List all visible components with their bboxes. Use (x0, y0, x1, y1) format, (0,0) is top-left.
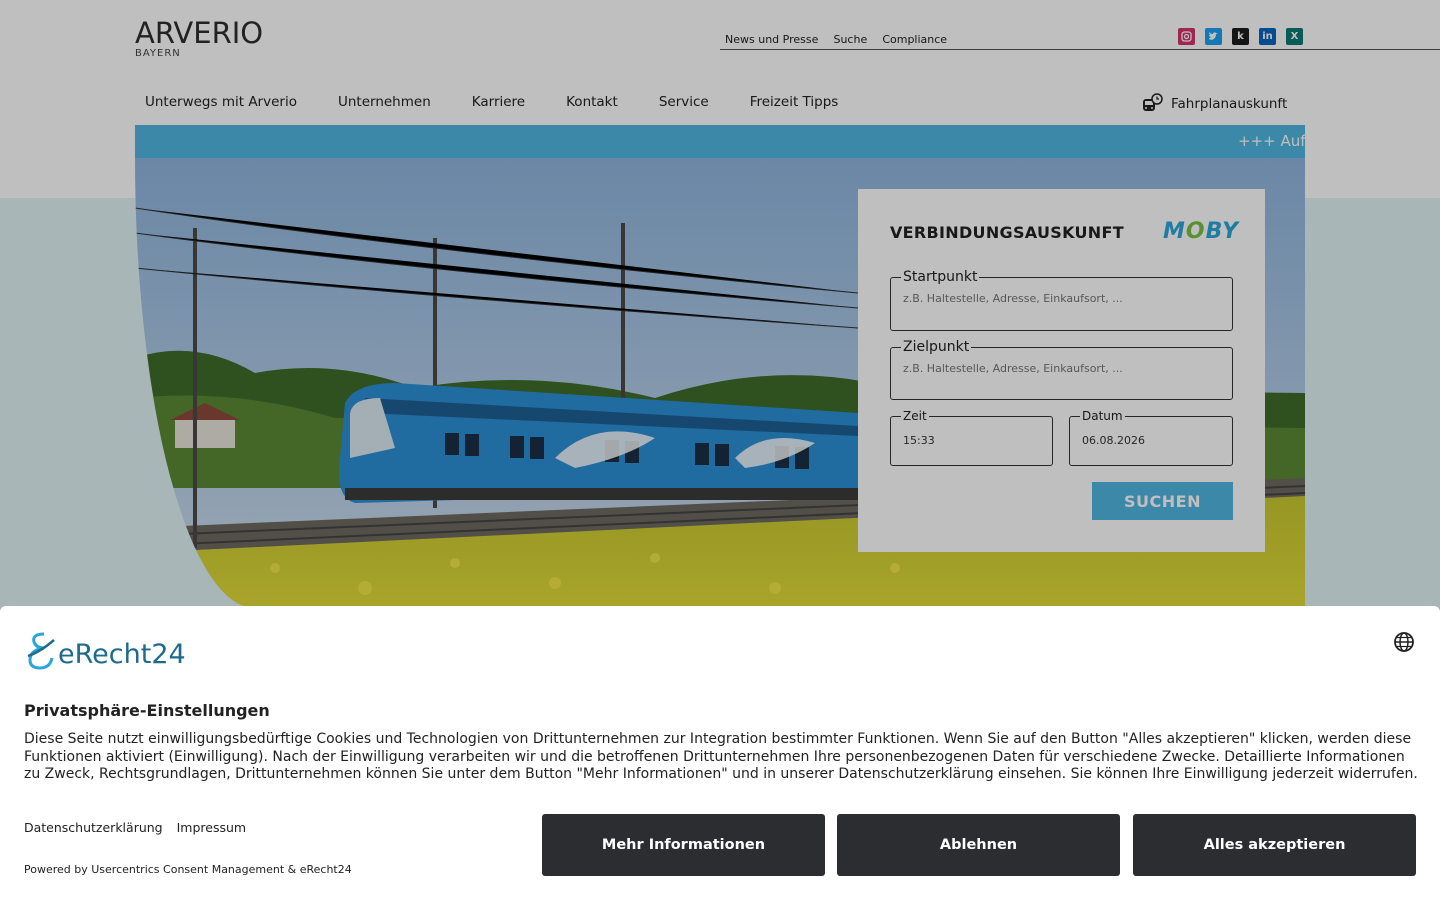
consent-banner: eRecht24 Privatsphäre-Einstellungen Dies… (0, 606, 1440, 900)
consent-title: Privatsphäre-Einstellungen (24, 701, 270, 720)
imprint-link[interactable]: Impressum (177, 820, 246, 835)
more-information-button[interactable]: Mehr Informationen (542, 814, 825, 876)
language-globe-icon[interactable] (1393, 631, 1415, 653)
erecht24-mark-icon (24, 630, 58, 670)
erecht24-logo: eRecht24 (24, 630, 186, 670)
erecht24-brand: eRecht24 (58, 639, 186, 670)
decline-button[interactable]: Ablehnen (837, 814, 1120, 876)
powered-by-text: Powered by Usercentrics Consent Manageme… (24, 863, 352, 876)
consent-links: Datenschutzerklärung Impressum (24, 820, 246, 835)
accept-all-button[interactable]: Alles akzeptieren (1133, 814, 1416, 876)
privacy-policy-link[interactable]: Datenschutzerklärung (24, 820, 163, 835)
consent-text: Diese Seite nutzt einwilligungsbedürftig… (24, 731, 1418, 783)
